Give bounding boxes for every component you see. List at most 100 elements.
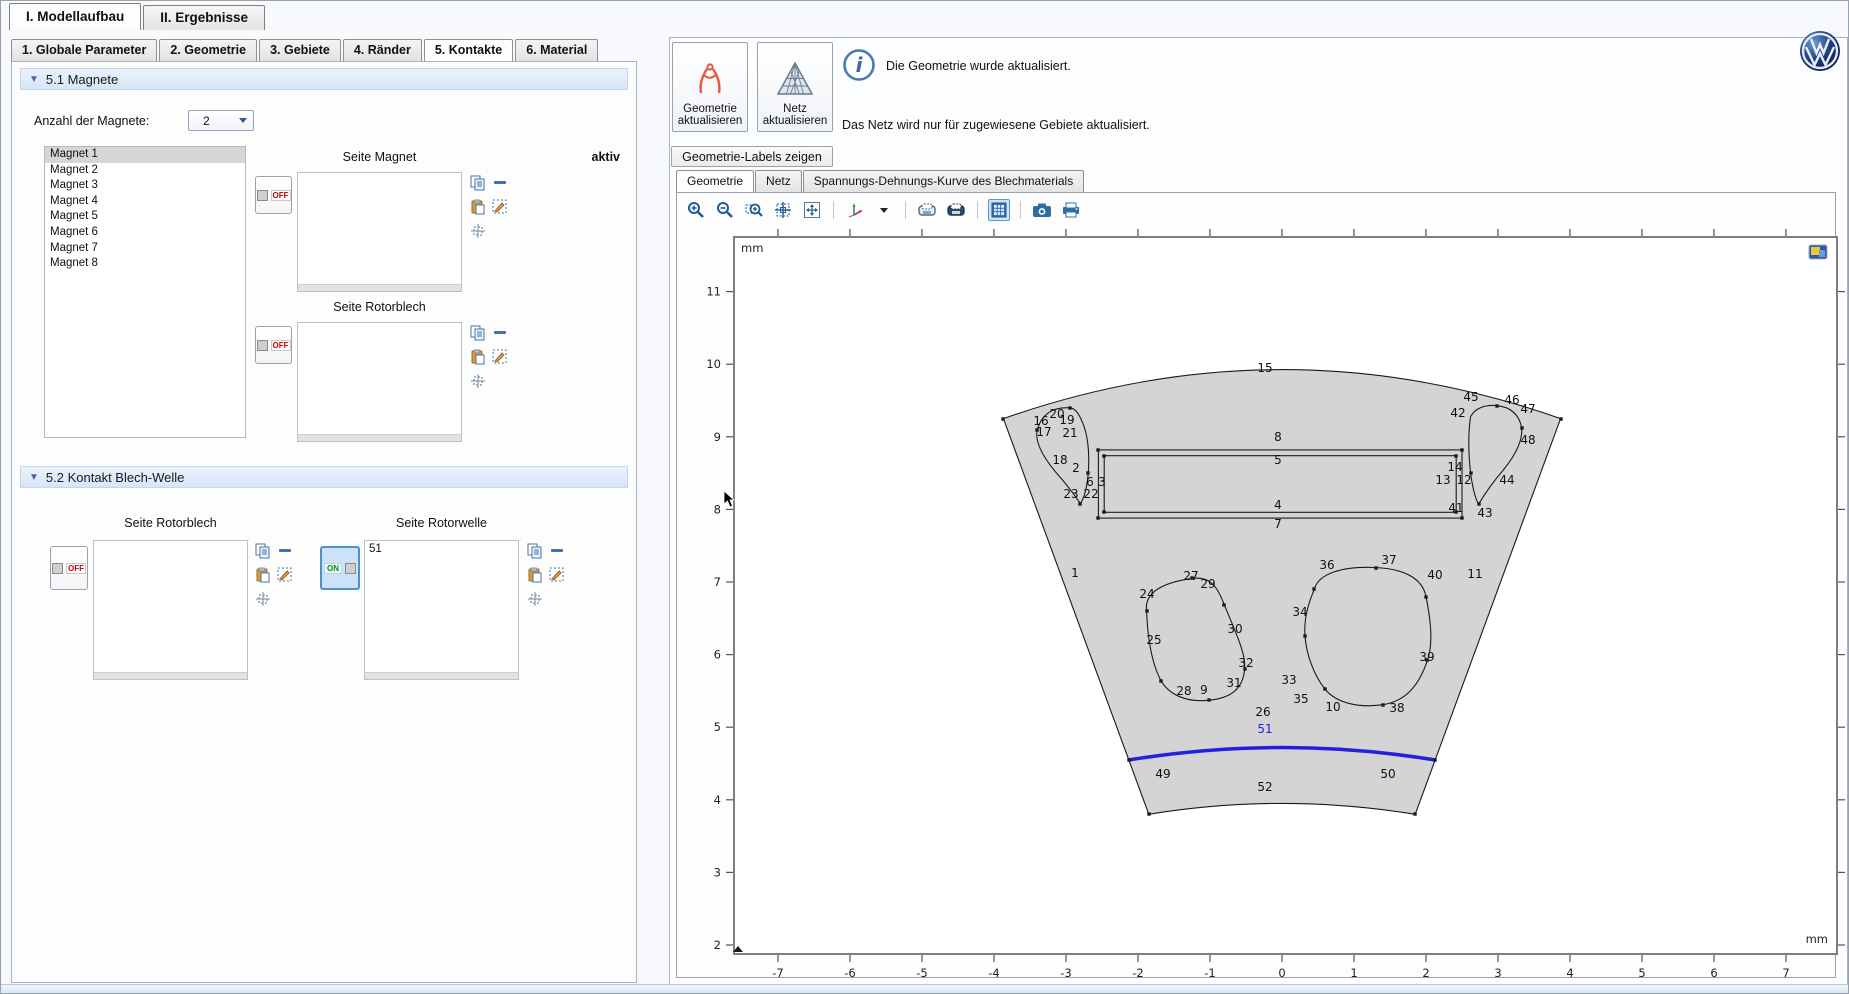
magnet-list-item[interactable]: Magnet 3 <box>45 178 245 194</box>
horizontal-scrollbar[interactable] <box>94 672 247 679</box>
copy-icon[interactable] <box>469 174 487 192</box>
edge-label-23: 23 <box>1063 487 1078 501</box>
section-header-magnete[interactable]: ▼ 5.1 Magnete <box>20 68 628 90</box>
show-geometry-labels-button[interactable]: Geometrie-Labels zeigen <box>671 146 833 167</box>
clear-selection-icon[interactable] <box>491 198 509 216</box>
export-image-dark-icon[interactable] <box>945 199 967 221</box>
paste-icon[interactable] <box>254 566 272 584</box>
update-mesh-button[interactable]: Netz aktualisieren <box>757 42 833 132</box>
magnet-list-item[interactable]: Magnet 7 <box>45 241 245 257</box>
remove-icon[interactable] <box>276 542 294 560</box>
copy-icon[interactable] <box>469 324 487 342</box>
magnet-list-item[interactable]: Magnet 6 <box>45 225 245 241</box>
svg-text:1: 1 <box>1350 966 1357 980</box>
plot-tab-geometrie[interactable]: Geometrie <box>676 170 754 192</box>
copy-icon[interactable] <box>526 542 544 560</box>
edge-label-48: 48 <box>1520 433 1535 447</box>
update-geometry-button[interactable]: Geometrie aktualisieren <box>672 42 748 132</box>
edge-label-17: 17 <box>1036 425 1051 439</box>
zoom-to-selection-icon[interactable] <box>469 372 487 390</box>
svg-text:-5: -5 <box>916 966 927 980</box>
edge-label-34: 34 <box>1292 605 1307 619</box>
print-icon[interactable] <box>1060 199 1082 221</box>
paste-icon[interactable] <box>526 566 544 584</box>
clear-selection-icon[interactable] <box>548 566 566 584</box>
kontakt-rotorwelle-toggle-on[interactable]: ON <box>320 546 360 590</box>
magnet-list-item[interactable]: Magnet 5 <box>45 209 245 225</box>
magnet-list[interactable]: Magnet 1Magnet 2Magnet 3Magnet 4Magnet 5… <box>44 146 246 438</box>
clear-selection-icon[interactable] <box>276 566 294 584</box>
horizontal-scrollbar[interactable] <box>365 672 518 679</box>
horizontal-scrollbar[interactable] <box>298 284 461 291</box>
axes-orientation-icon[interactable] <box>844 199 866 221</box>
subtab-2-geometrie[interactable]: 2. Geometrie <box>159 39 257 61</box>
subtab-1-globale-parameter[interactable]: 1. Globale Parameter <box>11 39 157 61</box>
chevron-down-icon <box>239 118 247 123</box>
kontakt-rotorblech-toggle-off[interactable]: OFF <box>50 546 88 590</box>
compass-icon <box>693 61 727 97</box>
copy-icon[interactable] <box>254 542 272 560</box>
edge-label-31: 31 <box>1226 676 1241 690</box>
kontakt-rotorwelle-icons <box>526 542 572 612</box>
seite-rotorblech-toggle-off[interactable]: OFF <box>255 326 292 364</box>
magnet-list-item[interactable]: Magnet 4 <box>45 194 245 210</box>
mesh-status-message: Das Netz wird nur für zugewiesene Gebiet… <box>842 118 1150 132</box>
edge-label-51: 51 <box>1257 722 1272 736</box>
horizontal-scrollbar[interactable] <box>298 434 461 441</box>
kontakt-rotorblech-selection-box[interactable] <box>93 540 248 680</box>
clear-selection-icon[interactable] <box>491 348 509 366</box>
x-axis-unit-label: mm <box>1806 932 1828 946</box>
plot-tab-spannungs-dehnungs-kurve[interactable]: Spannungs-Dehnungs-Kurve des Blechmateri… <box>803 170 1084 192</box>
geometry-plot[interactable]: 1234567891011121314151617181920212223242… <box>733 236 1838 955</box>
plot-window-icon[interactable] <box>1808 244 1828 260</box>
svg-text:7: 7 <box>714 575 721 589</box>
kontakt-seite-rotorblech-title: Seite Rotorblech <box>93 516 248 530</box>
svg-text:2: 2 <box>1422 966 1429 980</box>
snapshot-icon[interactable] <box>1031 199 1053 221</box>
subtab-3-gebiete[interactable]: 3. Gebiete <box>259 39 341 61</box>
subtab-5-kontakte[interactable]: 5. Kontakte <box>424 39 513 61</box>
edge-label-2: 2 <box>1072 461 1080 475</box>
zoom-box-icon[interactable] <box>743 199 765 221</box>
subtab-4-r-nder[interactable]: 4. Ränder <box>343 39 422 61</box>
zoom-to-selection-icon[interactable] <box>469 222 487 240</box>
tab-ergebnisse[interactable]: II. Ergebnisse <box>143 5 265 30</box>
remove-icon[interactable] <box>491 324 509 342</box>
dropdown-caret-icon[interactable] <box>873 199 895 221</box>
grid-toggle-icon[interactable] <box>988 199 1010 221</box>
remove-icon[interactable] <box>548 542 566 560</box>
magnet-count-dropdown[interactable]: 2 <box>188 110 254 131</box>
right-cutout <box>1305 567 1431 705</box>
zoom-extents-icon[interactable] <box>772 199 794 221</box>
kontakt-rotorwelle-selection-box[interactable]: 51 <box>364 540 519 680</box>
step-tab-bar: 1. Globale Parameter2. Geometrie3. Gebie… <box>11 39 600 61</box>
info-icon: i <box>842 48 876 87</box>
toolbar-separator <box>977 201 978 219</box>
edge-label-42: 42 <box>1450 406 1465 420</box>
tab-modellaufbau[interactable]: I. Modellaufbau <box>9 3 141 30</box>
magnet-list-item[interactable]: Magnet 8 <box>45 256 245 272</box>
paste-icon[interactable] <box>469 198 487 216</box>
toggle-knob <box>257 190 268 201</box>
seite-rotorblech-title: Seite Rotorblech <box>297 300 462 314</box>
magnet-list-item[interactable]: Magnet 1 <box>45 147 245 163</box>
export-image-icon[interactable] <box>916 199 938 221</box>
remove-icon[interactable] <box>491 174 509 192</box>
button-label: Geometrie <box>683 103 737 115</box>
zoom-to-selection-icon[interactable] <box>254 590 272 608</box>
zoom-to-selection-icon[interactable] <box>526 590 544 608</box>
seite-magnet-selection-box[interactable] <box>297 172 462 292</box>
zoom-out-icon[interactable] <box>714 199 736 221</box>
selected-boundary-item[interactable]: 51 <box>369 543 514 555</box>
edge-label-27: 27 <box>1183 569 1198 583</box>
subtab-6-material[interactable]: 6. Material <box>515 39 598 61</box>
seite-rotorblech-selection-box[interactable] <box>297 322 462 442</box>
plot-tab-netz[interactable]: Netz <box>755 170 802 192</box>
magnet-list-item[interactable]: Magnet 2 <box>45 163 245 179</box>
fit-view-icon[interactable] <box>801 199 823 221</box>
edge-label-25: 25 <box>1146 633 1161 647</box>
paste-icon[interactable] <box>469 348 487 366</box>
section-header-kontakt-blech-welle[interactable]: ▼ 5.2 Kontakt Blech-Welle <box>20 466 628 488</box>
seite-magnet-toggle-off[interactable]: OFF <box>255 176 292 214</box>
zoom-in-icon[interactable] <box>685 199 707 221</box>
